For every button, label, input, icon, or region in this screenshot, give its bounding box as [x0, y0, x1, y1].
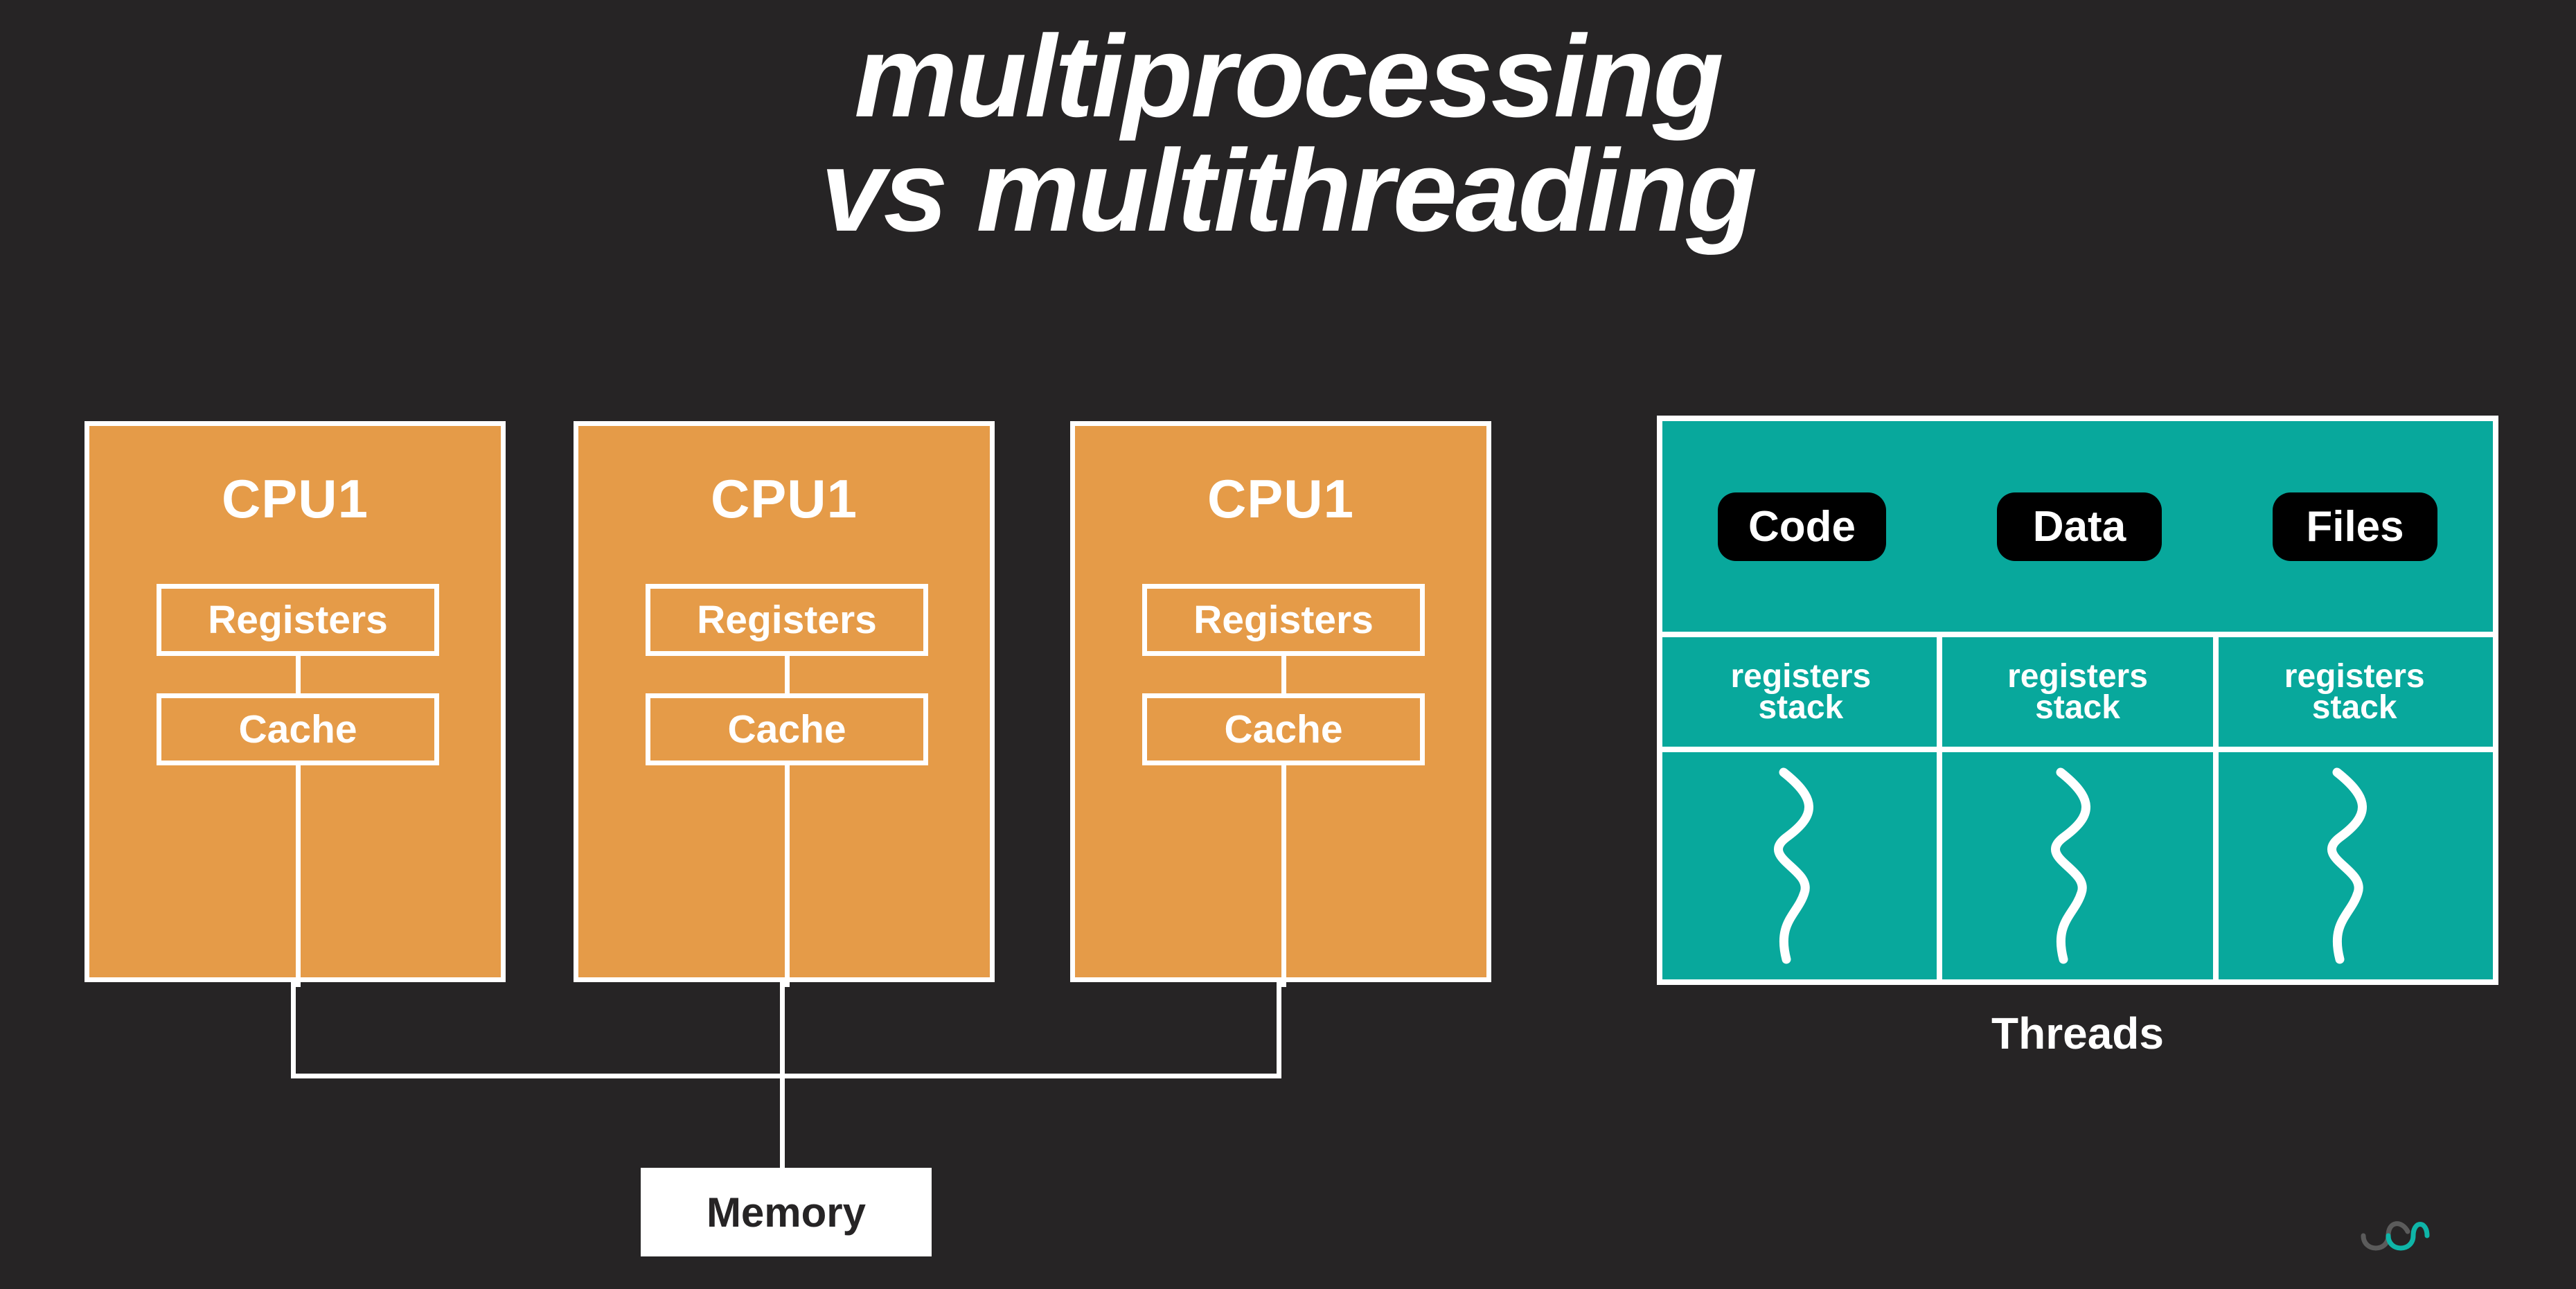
- bus-drop-cpu3: [1277, 982, 1281, 1074]
- panel-divider-bottom: [1662, 747, 2493, 752]
- cpu-title: CPU1: [221, 468, 369, 529]
- thread-squiggle-row: [1662, 752, 2493, 979]
- memory-label: Memory: [706, 1189, 867, 1236]
- thread-squiggle-icon: [2050, 767, 2090, 964]
- bus-drop-memory: [780, 1074, 785, 1171]
- cpu-registers-label: Registers: [1193, 598, 1374, 642]
- thread-panel: Code Data Files registers stack register…: [1657, 416, 2498, 985]
- cpu-cache-label: Cache: [238, 707, 357, 752]
- page-title: multiprocessing vs multithreading: [0, 11, 2576, 256]
- thread-registers-label: registers: [1730, 657, 1872, 695]
- memory-box: Memory: [641, 1168, 932, 1256]
- cpu-bus-stem: [785, 765, 790, 987]
- thread-registers-label: registers: [2007, 657, 2148, 695]
- cpu-cache-label: Cache: [1224, 707, 1343, 752]
- shared-block-label: Files: [2306, 502, 2404, 551]
- thread-registers-label: registers: [2284, 657, 2425, 695]
- shared-block-label: Code: [1748, 502, 1856, 551]
- cpu-box-3: CPU1 Registers Cache: [1070, 421, 1491, 987]
- cpu-cache-label: Cache: [727, 707, 846, 752]
- shared-block-files: Files: [2273, 492, 2437, 561]
- thread-squiggle-cell: [1939, 752, 2217, 979]
- title-line-1: multiprocessing: [854, 11, 1724, 141]
- thread-regstack-cell: registers stack: [1662, 637, 1939, 747]
- bus-drop-cpu2: [780, 982, 785, 1074]
- memory-bus-rail: [291, 1074, 1281, 1078]
- cpu-cache-box: Cache: [157, 693, 439, 765]
- brand-logo: [2354, 1212, 2437, 1268]
- cpu-cache-box: Cache: [646, 693, 928, 765]
- thread-squiggle-cell: [2216, 752, 2493, 979]
- cpu-registers-box: Registers: [1142, 584, 1425, 656]
- registers-cache-connector: [785, 656, 790, 693]
- shared-block-code: Code: [1718, 492, 1886, 561]
- bus-drop-cpu1: [291, 982, 296, 1074]
- cpu-registers-label: Registers: [208, 598, 388, 642]
- thread-stack-label: stack: [2035, 689, 2120, 726]
- cpu-bus-stem: [296, 765, 301, 987]
- cpu-title: CPU1: [1207, 468, 1355, 529]
- title-line-2: vs multithreading: [820, 125, 1757, 256]
- cpu-title: CPU1: [710, 468, 858, 529]
- cpu-bus-stem: [1281, 765, 1286, 987]
- brand-logo-icon: [2361, 1221, 2430, 1251]
- cpu-registers-box: Registers: [157, 584, 439, 656]
- cpu-registers-box: Registers: [646, 584, 928, 656]
- thread-stack-label: stack: [1758, 689, 1844, 726]
- registers-stack-row: registers stack registers stack register…: [1662, 637, 2493, 747]
- panel-divider-top: [1662, 632, 2493, 637]
- thread-squiggle-cell: [1662, 752, 1939, 979]
- shared-block-data: Data: [1997, 492, 2162, 561]
- thread-stack-label: stack: [2311, 689, 2397, 726]
- thread-squiggle-icon: [1773, 767, 1813, 964]
- cpu-box-1: CPU1 Registers Cache: [85, 421, 506, 987]
- threads-caption: Threads: [1991, 1008, 2164, 1058]
- cpu-registers-label: Registers: [697, 598, 877, 642]
- shared-block-label: Data: [2032, 502, 2126, 551]
- registers-cache-connector: [1281, 656, 1286, 693]
- thread-regstack-cell: registers stack: [1939, 637, 2217, 747]
- registers-cache-connector: [296, 656, 301, 693]
- thread-squiggle-icon: [2327, 767, 2368, 964]
- slide-canvas: multiprocessing vs multithreading CPU1 R…: [0, 0, 2576, 1289]
- cpu-cache-box: Cache: [1142, 693, 1425, 765]
- shared-resources-row: Code Data Files: [1662, 421, 2493, 632]
- cpu-box-2: CPU1 Registers Cache: [574, 421, 995, 987]
- thread-regstack-cell: registers stack: [2216, 637, 2493, 747]
